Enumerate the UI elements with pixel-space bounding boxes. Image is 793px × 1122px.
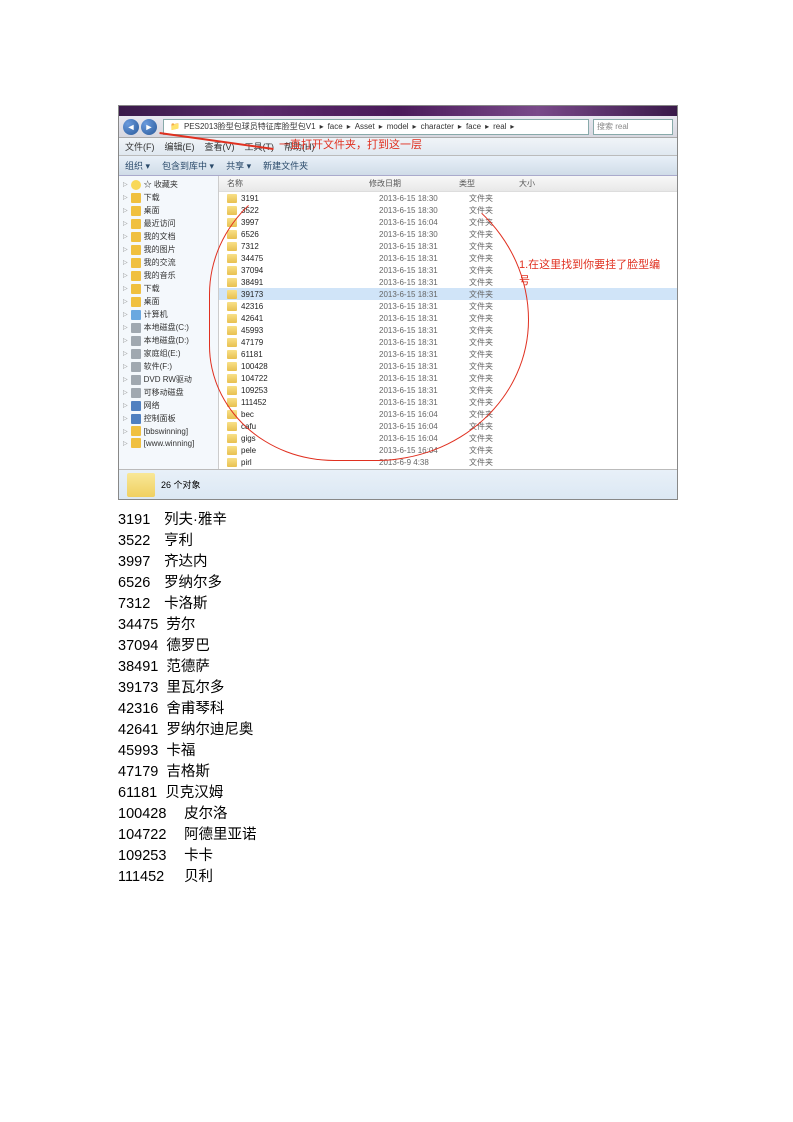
- sidebar-item[interactable]: ▷我的音乐: [121, 269, 216, 282]
- content-area: ▷☆ 收藏夹▷下载▷桌面▷最近访问▷我的文档▷我的图片▷我的交流▷我的音乐▷下载…: [119, 176, 677, 469]
- nav-buttons: ◄ ►: [123, 119, 157, 135]
- file-row[interactable]: 73122013-6-15 18:31文件夹: [219, 240, 677, 252]
- file-rows: 31912013-6-15 18:30文件夹35222013-6-15 18:3…: [219, 192, 677, 469]
- player-row: 61181 贝克汉姆: [118, 783, 675, 804]
- sidebar-item[interactable]: ▷我的交流: [121, 256, 216, 269]
- player-row: 3522 亨利: [118, 531, 675, 552]
- share-button[interactable]: 共享 ▾: [226, 159, 251, 172]
- include-button[interactable]: 包含到库中 ▾: [162, 159, 214, 172]
- player-row: 39173 里瓦尔多: [118, 678, 675, 699]
- col-date[interactable]: 修改日期: [369, 178, 459, 189]
- sidebar-item[interactable]: ▷本地磁盘(D:): [121, 334, 216, 347]
- file-row[interactable]: 423162013-6-15 18:31文件夹: [219, 300, 677, 312]
- file-row[interactable]: 1092532013-6-15 18:31文件夹: [219, 384, 677, 396]
- sidebar-item[interactable]: ▷[bbswinning]: [121, 425, 216, 437]
- annotation-1: 一直打开文件夹，打到这一层: [279, 136, 422, 152]
- big-folder-icon: [127, 473, 155, 497]
- sidebar-item[interactable]: ▷下载: [121, 282, 216, 295]
- player-row: 104722 阿德里亚诺: [118, 825, 675, 846]
- search-input[interactable]: 搜索 real: [593, 119, 673, 135]
- sidebar-item[interactable]: ▷[www.winning]: [121, 437, 216, 449]
- player-row: 34475 劳尔: [118, 615, 675, 636]
- player-row: 6526 罗纳尔多: [118, 573, 675, 594]
- organize-button[interactable]: 组织 ▾: [125, 159, 150, 172]
- sidebar-item[interactable]: ▷计算机: [121, 308, 216, 321]
- file-row[interactable]: 1004282013-6-15 18:31文件夹: [219, 360, 677, 372]
- player-row: 100428 皮尔洛: [118, 804, 675, 825]
- file-row[interactable]: gigs2013-6-15 16:04文件夹: [219, 432, 677, 444]
- nav-tree: ▷☆ 收藏夹▷下载▷桌面▷最近访问▷我的文档▷我的图片▷我的交流▷我的音乐▷下载…: [119, 176, 219, 469]
- player-row: 37094 德罗巴: [118, 636, 675, 657]
- newfolder-button[interactable]: 新建文件夹: [263, 159, 308, 172]
- sidebar-item[interactable]: ▷本地磁盘(C:): [121, 321, 216, 334]
- file-list: 名称 修改日期 类型 大小 31912013-6-15 18:30文件夹3522…: [219, 176, 677, 469]
- sidebar-item[interactable]: ▷☆ 收藏夹: [121, 178, 216, 191]
- menu-edit[interactable]: 编辑(E): [165, 140, 195, 153]
- file-row[interactable]: 391732013-6-15 18:31文件夹: [219, 288, 677, 300]
- file-row[interactable]: 1047222013-6-15 18:31文件夹: [219, 372, 677, 384]
- sidebar-item[interactable]: ▷软件(F:): [121, 360, 216, 373]
- file-row[interactable]: 471792013-6-15 18:31文件夹: [219, 336, 677, 348]
- file-row[interactable]: cafu2013-6-15 16:04文件夹: [219, 420, 677, 432]
- player-row: 109253 卡卡: [118, 846, 675, 867]
- window-titlebar: [119, 106, 677, 116]
- sidebar-item[interactable]: ▷家庭组(E:): [121, 347, 216, 360]
- sidebar-item[interactable]: ▷桌面: [121, 204, 216, 217]
- explorer-screenshot: ◄ ► 📁 PES2013脸型包球员特征库脸型包V1 ▸face ▸Asset …: [118, 105, 678, 500]
- file-row[interactable]: pirl2013-6-9 4:38文件夹: [219, 456, 677, 468]
- toolbar: 组织 ▾ 包含到库中 ▾ 共享 ▾ 新建文件夹: [119, 156, 677, 176]
- player-row: 47179 吉格斯: [118, 762, 675, 783]
- sidebar-item[interactable]: ▷控制面板: [121, 412, 216, 425]
- player-id-list: 3191 列夫·雅辛3522 亨利3997 齐达内6526 罗纳尔多7312 卡…: [118, 510, 675, 888]
- file-row[interactable]: 426412013-6-15 18:31文件夹: [219, 312, 677, 324]
- player-row: 38491 范德萨: [118, 657, 675, 678]
- address-bar: ◄ ► 📁 PES2013脸型包球员特征库脸型包V1 ▸face ▸Asset …: [119, 116, 677, 138]
- player-row: 7312 卡洛斯: [118, 594, 675, 615]
- player-row: 42316 舍甫琴科: [118, 699, 675, 720]
- player-row: 3997 齐达内: [118, 552, 675, 573]
- sidebar-item[interactable]: ▷我的文档: [121, 230, 216, 243]
- file-row[interactable]: 65262013-6-15 18:30文件夹: [219, 228, 677, 240]
- status-bar: 26 个对象: [119, 469, 677, 499]
- menu-file[interactable]: 文件(F): [125, 140, 155, 153]
- file-row[interactable]: 35222013-6-15 18:30文件夹: [219, 204, 677, 216]
- forward-button[interactable]: ►: [141, 119, 157, 135]
- annotation-2: 1.在这里找到你要挂了脸型编号: [519, 256, 669, 288]
- col-type[interactable]: 类型: [459, 178, 519, 189]
- file-row[interactable]: 31912013-6-15 18:30文件夹: [219, 192, 677, 204]
- player-row: 45993 卡福: [118, 741, 675, 762]
- file-row[interactable]: 459932013-6-15 18:31文件夹: [219, 324, 677, 336]
- file-row[interactable]: 1114522013-6-15 18:31文件夹: [219, 396, 677, 408]
- back-button[interactable]: ◄: [123, 119, 139, 135]
- file-row[interactable]: bec2013-6-15 16:04文件夹: [219, 408, 677, 420]
- sidebar-item[interactable]: ▷桌面: [121, 295, 216, 308]
- col-size[interactable]: 大小: [519, 178, 569, 189]
- col-name[interactable]: 名称: [219, 178, 369, 189]
- sidebar-item[interactable]: ▷网络: [121, 399, 216, 412]
- player-row: 111452 贝利: [118, 867, 675, 888]
- sidebar-item[interactable]: ▷我的图片: [121, 243, 216, 256]
- file-row[interactable]: pele2013-6-15 16:04文件夹: [219, 444, 677, 456]
- sidebar-item[interactable]: ▷最近访问: [121, 217, 216, 230]
- breadcrumb[interactable]: 📁 PES2013脸型包球员特征库脸型包V1 ▸face ▸Asset ▸mod…: [163, 119, 589, 135]
- sidebar-item[interactable]: ▷可移动磁盘: [121, 386, 216, 399]
- file-row[interactable]: 39972013-6-15 16:04文件夹: [219, 216, 677, 228]
- column-headers: 名称 修改日期 类型 大小: [219, 176, 677, 192]
- status-text: 26 个对象: [161, 478, 201, 491]
- sidebar-item[interactable]: ▷下载: [121, 191, 216, 204]
- file-row[interactable]: 611812013-6-15 18:31文件夹: [219, 348, 677, 360]
- sidebar-item[interactable]: ▷DVD RW驱动: [121, 373, 216, 386]
- player-row: 42641 罗纳尔迪尼奥: [118, 720, 675, 741]
- player-row: 3191 列夫·雅辛: [118, 510, 675, 531]
